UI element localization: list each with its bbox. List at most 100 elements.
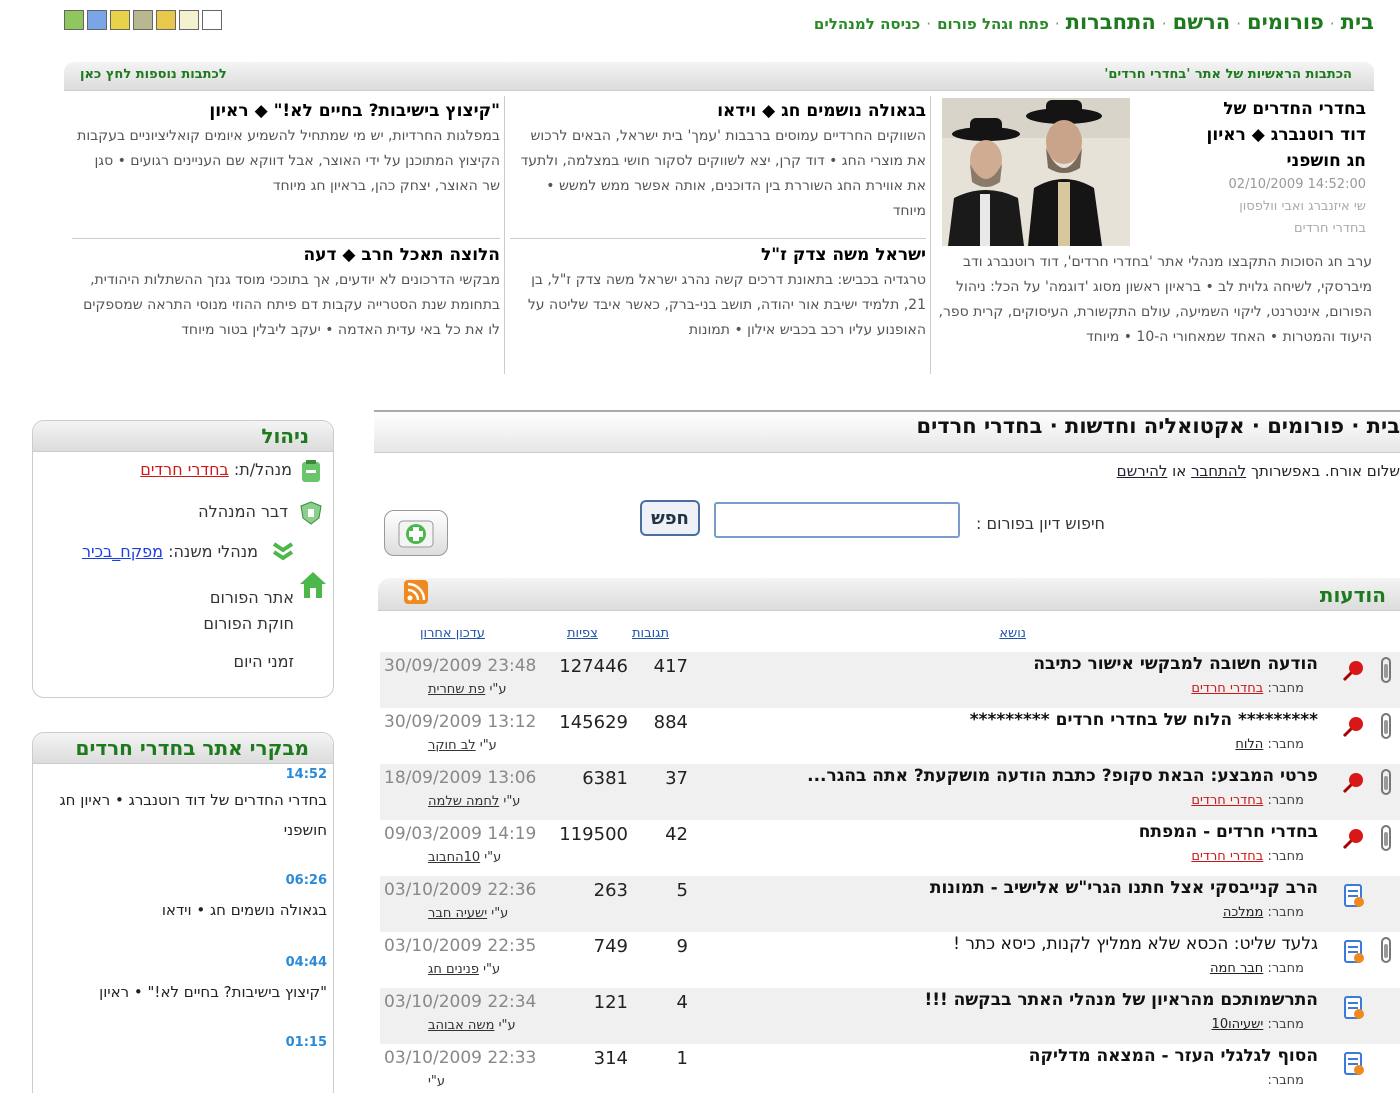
topic-row[interactable]: הודעה חשובה למבקשי אישור כתיבה מחבר: בחדר… bbox=[380, 652, 1400, 708]
featured-item-title[interactable]: ישראל משה צדק ז"ל bbox=[512, 242, 926, 268]
last-poster-link[interactable]: לחמה שלמה bbox=[428, 794, 499, 809]
color-swatch[interactable] bbox=[133, 10, 153, 30]
rss-icon[interactable] bbox=[404, 580, 428, 604]
reply-count: 9 bbox=[676, 936, 688, 957]
topic-title[interactable]: ********* הלוח של בחדרי חרדים ********* bbox=[970, 710, 1318, 730]
day-times-link[interactable]: זמני היום bbox=[234, 652, 294, 671]
author-link[interactable]: בחדרי חרדים bbox=[1191, 793, 1263, 808]
nav-link[interactable]: התחברות bbox=[1066, 10, 1156, 34]
login-link[interactable]: להתחבר bbox=[1191, 462, 1246, 480]
topic-icon bbox=[1344, 996, 1364, 1019]
color-swatch[interactable] bbox=[202, 10, 222, 30]
color-swatch[interactable] bbox=[156, 10, 176, 30]
view-count: 6381 bbox=[582, 768, 628, 789]
deputies-label: מנהלי משנה: bbox=[168, 542, 258, 561]
new-topic-button[interactable] bbox=[384, 510, 448, 556]
topic-row[interactable]: ********* הלוח של בחדרי חרדים ********* מ… bbox=[380, 708, 1400, 764]
featured-item[interactable]: בגאולה נושמים חג ◆ וידאו השווקים החרדיים… bbox=[512, 98, 926, 234]
reply-count: 1 bbox=[676, 1048, 688, 1069]
column-last-update[interactable]: עדכון אחרון bbox=[420, 626, 485, 641]
topic-title[interactable]: הרב קנייבסקי אצל חתנו הגרי"ש אלישיב - תמ… bbox=[930, 878, 1318, 898]
topic-row[interactable]: בחדרי חרדים - המפתח מחבר: בחדרי חרדים 42 11… bbox=[380, 820, 1400, 876]
deputies-row: מנהלי משנה: מפקח_בכיר bbox=[82, 542, 258, 561]
last-poster-link[interactable]: פנינים חג bbox=[428, 962, 479, 977]
featured-item[interactable]: ישראל משה צדק ז"ל טרגדיה בכביש: בתאונת ד… bbox=[512, 242, 926, 372]
color-swatch[interactable] bbox=[87, 10, 107, 30]
last-update-date: 03/10/2009 22:33 bbox=[384, 1048, 537, 1068]
topic-row[interactable]: הסוף לגלגלי העזר - המצאה מדליקה מחבר: 1 31… bbox=[380, 1044, 1400, 1100]
nav-link[interactable]: כניסה למנהלים bbox=[814, 15, 920, 33]
forum-site-link[interactable]: אתר הפורום bbox=[210, 588, 294, 607]
last-poster-link[interactable]: לב חוקר bbox=[428, 738, 476, 753]
messages-title: הודעות bbox=[1319, 583, 1386, 607]
view-count: 749 bbox=[593, 936, 628, 957]
featured-header-title[interactable]: הכתבות הראשיות של אתר 'בחדרי חרדים' bbox=[1104, 67, 1352, 82]
column-replies[interactable]: תגובות bbox=[632, 626, 669, 641]
topic-row[interactable]: התרשמותכם מהראיון של מנהלי האתר בבקשה !!… bbox=[380, 988, 1400, 1044]
topic-title[interactable]: הסוף לגלגלי העזר - המצאה מדליקה bbox=[1029, 1046, 1318, 1066]
more-articles-link[interactable]: לכתבות נוספות לחץ כאן bbox=[80, 67, 227, 82]
visit-article-link[interactable]: בחדרי החדרים של דוד רוטנברג • ראיון חג ח… bbox=[45, 785, 328, 845]
main-article-title-1[interactable]: בחדרי החדרים של bbox=[1134, 96, 1366, 122]
reply-count: 884 bbox=[653, 712, 688, 733]
topic-row[interactable]: הרב קנייבסקי אצל חתנו הגרי"ש אלישיב - תמ… bbox=[380, 876, 1400, 932]
breadcrumb[interactable]: בית · פורומים · אקטואליה וחדשות · בחדרי … bbox=[916, 414, 1400, 438]
register-link[interactable]: להירשם bbox=[1117, 462, 1168, 480]
featured-item-title[interactable]: "קיצוץ בישיבות? בחיים לא!" ◆ ראיון bbox=[76, 98, 500, 124]
visit-article-link[interactable]: "קיצוץ בישיבות? בחיים לא!" • ראיון bbox=[45, 977, 327, 1007]
column-subject[interactable]: נושא bbox=[999, 626, 1026, 641]
last-poster: ע"י לחמה שלמה bbox=[428, 794, 520, 809]
last-poster-link[interactable]: משה אבוהב bbox=[428, 1018, 494, 1033]
attachment-icon bbox=[1381, 937, 1391, 963]
topic-row[interactable]: פרטי המבצע: הבאת סקופ? כתבת הודעה מושקעת… bbox=[380, 764, 1400, 820]
color-swatch[interactable] bbox=[179, 10, 199, 30]
forum-rules-link[interactable]: חוקת הפורום bbox=[203, 614, 294, 633]
column-views[interactable]: צפיות bbox=[567, 626, 598, 641]
featured-item-title[interactable]: בגאולה נושמים חג ◆ וידאו bbox=[512, 98, 926, 124]
last-poster-link[interactable]: 10החבוב bbox=[428, 850, 480, 865]
topic-title[interactable]: בחדרי חרדים - המפתח bbox=[1139, 822, 1318, 842]
featured-item[interactable]: הלוצה תאכל חרב ◆ דעה מבקשי הדרכונים לא י… bbox=[76, 242, 500, 372]
featured-item-title[interactable]: הלוצה תאכל חרב ◆ דעה bbox=[76, 242, 500, 268]
author-link[interactable]: הלוח bbox=[1235, 737, 1263, 752]
nav-link[interactable]: בית bbox=[1341, 10, 1374, 34]
topic-author: מחבר: חבר חמה bbox=[1210, 961, 1304, 976]
reply-count: 5 bbox=[676, 880, 688, 901]
author-link[interactable]: ממלכה bbox=[1223, 905, 1263, 920]
color-swatch[interactable] bbox=[110, 10, 130, 30]
author-link[interactable]: בחדרי חרדים bbox=[1191, 681, 1263, 696]
last-poster-link[interactable]: פת שחרית bbox=[428, 682, 485, 697]
author-link[interactable]: ישעיהו10 bbox=[1212, 1017, 1264, 1032]
nav-link[interactable]: פורומים bbox=[1247, 10, 1324, 34]
nav-link[interactable]: פתח וגהל פורום bbox=[937, 15, 1049, 33]
topic-title[interactable]: פרטי המבצע: הבאת סקופ? כתבת הודעה מושקעת… bbox=[807, 766, 1318, 786]
last-update-date: 03/10/2009 22:34 bbox=[384, 992, 537, 1012]
row-divider bbox=[510, 238, 926, 239]
topic-title[interactable]: הודעה חשובה למבקשי אישור כתיבה bbox=[1033, 654, 1318, 674]
last-poster-link[interactable]: ישעיה חבר bbox=[428, 906, 487, 921]
view-count: 127446 bbox=[559, 656, 628, 677]
nav-separator: · bbox=[1329, 15, 1335, 33]
add-topic-icon bbox=[398, 520, 434, 548]
author-link[interactable]: חבר חמה bbox=[1210, 961, 1263, 976]
topic-author: מחבר: בחדרי חרדים bbox=[1191, 793, 1304, 808]
welcome-mid: או bbox=[1167, 462, 1192, 480]
main-article-title-3[interactable]: חג חושפני bbox=[1134, 148, 1367, 174]
main-article-title-2[interactable]: דוד רוטנברג ◆ ראיון bbox=[1134, 122, 1366, 148]
main-article-header[interactable]: בחדרי החדרים של דוד רוטנברג ◆ ראיון חג ח… bbox=[1134, 96, 1366, 246]
main-article-photo[interactable] bbox=[942, 98, 1130, 246]
admin-name-link[interactable]: בחדרי חרדים bbox=[140, 460, 229, 479]
admin-talk-link[interactable]: דבר המנהלה bbox=[198, 502, 288, 521]
search-input[interactable] bbox=[714, 502, 960, 538]
topic-row[interactable]: גלעד שליט: הכסא שלא ממליץ לקנות, כיסא כת… bbox=[380, 932, 1400, 988]
topic-title[interactable]: גלעד שליט: הכסא שלא ממליץ לקנות, כיסא כת… bbox=[953, 934, 1318, 954]
topic-icon bbox=[1344, 884, 1364, 907]
color-swatch[interactable] bbox=[64, 10, 84, 30]
featured-item[interactable]: "קיצוץ בישיבות? בחיים לא!" ◆ ראיון במפלג… bbox=[76, 98, 500, 234]
topic-title[interactable]: התרשמותכם מהראיון של מנהלי האתר בבקשה !!… bbox=[924, 990, 1318, 1010]
author-link[interactable]: בחדרי חרדים bbox=[1191, 849, 1263, 864]
search-button[interactable]: חפש bbox=[640, 500, 700, 536]
nav-link[interactable]: הרשם bbox=[1173, 10, 1231, 34]
deputy-name-link[interactable]: מפקח_בכיר bbox=[82, 542, 163, 561]
visit-article-link[interactable]: בגאולה נושמים חג • וידאו bbox=[45, 895, 327, 925]
